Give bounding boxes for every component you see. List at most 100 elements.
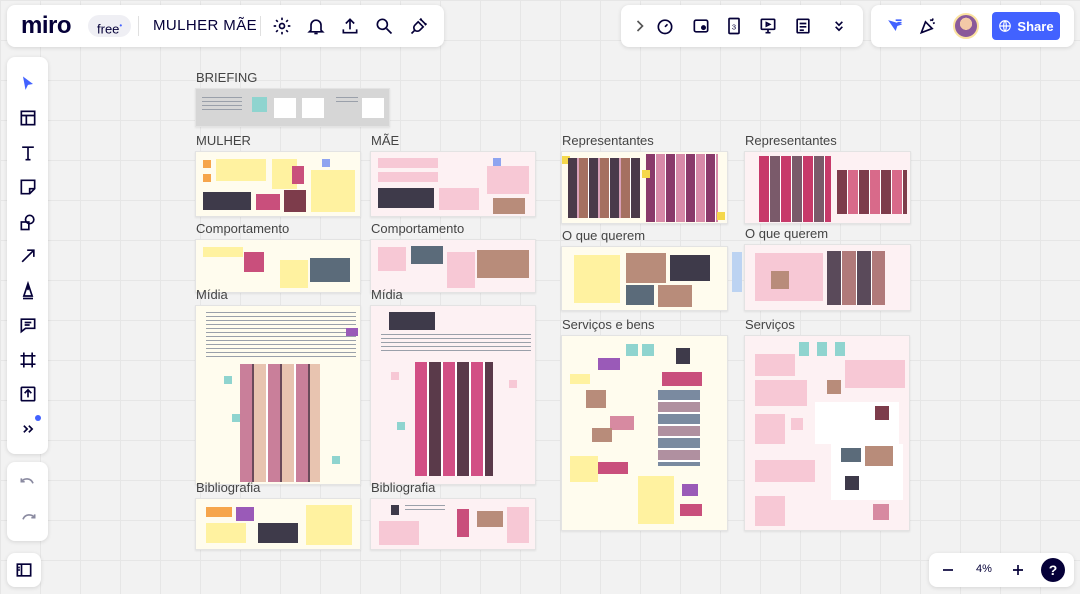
template-icon[interactable] [13, 103, 43, 133]
undo-icon[interactable] [13, 470, 43, 500]
sticky-note[interactable] [626, 344, 638, 356]
select-icon[interactable] [13, 69, 43, 99]
miro-logo[interactable]: miro [21, 12, 72, 40]
sticky-note[interactable] [379, 521, 419, 545]
bell-icon[interactable] [301, 11, 331, 41]
sticky-note[interactable] [378, 247, 406, 271]
frame-title-bibliografia-2[interactable]: Bibliografia [371, 480, 435, 495]
frame-title-mulher[interactable]: MULHER [196, 133, 251, 148]
frame-o-que-querem-1[interactable] [561, 246, 728, 311]
sticky-note[interactable] [391, 372, 399, 380]
frame-representantes-2[interactable] [744, 151, 911, 224]
sticky-note[interactable] [280, 260, 308, 288]
frame-title-mae[interactable]: MÃE [371, 133, 399, 148]
frame-title-o-que-querem-1[interactable]: O que querem [562, 228, 645, 243]
cursor-flag-icon[interactable] [879, 11, 909, 41]
frame-title-servicos[interactable]: Serviços [745, 317, 795, 332]
avatar[interactable] [953, 13, 979, 39]
frame-bibliografia-2[interactable] [370, 498, 536, 550]
plan-badge[interactable]: free• [88, 15, 132, 37]
frame-title-briefing[interactable]: BRIEFING [196, 70, 257, 85]
chevron-down-icon[interactable] [824, 11, 854, 41]
sticky-note[interactable] [224, 376, 232, 384]
frame-comportamento-1[interactable] [195, 239, 361, 293]
sticky-note[interactable] [378, 172, 438, 182]
sticky-note[interactable] [487, 166, 529, 194]
frame-mae[interactable] [370, 151, 536, 217]
voting-icon[interactable] [686, 11, 716, 41]
sticky-note[interactable] [439, 188, 479, 210]
timer-icon[interactable] [650, 11, 680, 41]
search-icon[interactable] [369, 11, 399, 41]
zoom-level[interactable]: 4% [973, 563, 995, 575]
sticky-note[interactable] [203, 160, 211, 168]
sticky-note[interactable] [306, 505, 352, 545]
plug-icon[interactable] [404, 11, 434, 41]
help-button[interactable]: ? [1041, 558, 1065, 582]
sticky-note[interactable] [755, 253, 823, 301]
sticky-note[interactable] [570, 374, 590, 384]
sticky-note[interactable] [216, 159, 266, 181]
sticky-note[interactable] [206, 523, 246, 543]
sticky-note[interactable] [302, 98, 324, 118]
sticky-note[interactable] [755, 380, 807, 406]
sticky-note[interactable] [755, 354, 795, 376]
zoom-out-icon[interactable] [933, 555, 963, 585]
upload-icon[interactable] [335, 11, 365, 41]
sidepanel-toggle[interactable] [7, 553, 41, 587]
frame-o-que-querem-2[interactable] [744, 244, 911, 311]
frame-midia-2[interactable] [370, 305, 536, 485]
sticky-note[interactable] [755, 414, 785, 444]
celebrate-icon[interactable] [913, 11, 943, 41]
frame-mulher[interactable] [195, 151, 361, 217]
frame-title-representantes-1[interactable]: Representantes [562, 133, 654, 148]
sticky-note[interactable] [206, 507, 232, 517]
sticky-note[interactable] [638, 476, 674, 524]
shapes-icon[interactable] [13, 207, 43, 237]
sticky-note[interactable] [642, 170, 650, 178]
sticky-note[interactable] [817, 342, 827, 356]
comment-icon[interactable] [13, 310, 43, 340]
notes-icon[interactable] [788, 11, 818, 41]
board-title[interactable]: MULHER MÃE [153, 17, 257, 34]
frame-icon[interactable] [13, 345, 43, 375]
zoom-in-icon[interactable] [1003, 555, 1033, 585]
text-icon[interactable] [13, 138, 43, 168]
sticky-note[interactable] [447, 252, 475, 288]
settings-icon[interactable] [267, 11, 297, 41]
sticky-note[interactable] [717, 212, 725, 220]
arrow-icon[interactable] [13, 241, 43, 271]
card-icon[interactable]: 3 [719, 11, 749, 41]
sticky-note[interactable] [311, 170, 355, 212]
sticky-note[interactable] [509, 380, 517, 388]
sticky-note[interactable] [493, 158, 501, 166]
sticky-note[interactable] [732, 252, 742, 292]
sticky-note[interactable] [274, 98, 296, 118]
pen-icon[interactable] [13, 276, 43, 306]
sticky-note[interactable] [835, 342, 845, 356]
sticky-note[interactable] [378, 158, 438, 168]
sticky-note[interactable] [203, 174, 211, 182]
sticky-note[interactable] [845, 360, 905, 388]
upload-icon[interactable] [13, 379, 43, 409]
frame-title-servicos-e-bens[interactable]: Serviços e bens [562, 317, 655, 332]
sticky-note[interactable] [791, 418, 803, 430]
sticky-note[interactable] [507, 507, 529, 543]
share-button[interactable]: Share [992, 12, 1060, 40]
frame-representantes-1[interactable] [561, 151, 728, 224]
frame-title-midia-2[interactable]: Mídia [371, 287, 403, 302]
sticky-note[interactable] [397, 422, 405, 430]
frame-title-bibliografia-1[interactable]: Bibliografia [196, 480, 260, 495]
sticky-note[interactable] [322, 159, 330, 167]
frame-title-comportamento-1[interactable]: Comportamento [196, 221, 289, 236]
sticky-note[interactable] [799, 342, 809, 356]
frame-servicos-e-bens[interactable] [561, 335, 728, 531]
sticky-note[interactable] [574, 255, 620, 303]
sticky-note-icon[interactable] [13, 172, 43, 202]
frame-comportamento-2[interactable] [370, 239, 536, 293]
sticky-note[interactable] [203, 247, 243, 257]
redo-icon[interactable] [13, 506, 43, 536]
sticky-note[interactable] [755, 460, 815, 482]
sticky-note[interactable] [362, 98, 384, 118]
frame-title-midia-1[interactable]: Mídia [196, 287, 228, 302]
